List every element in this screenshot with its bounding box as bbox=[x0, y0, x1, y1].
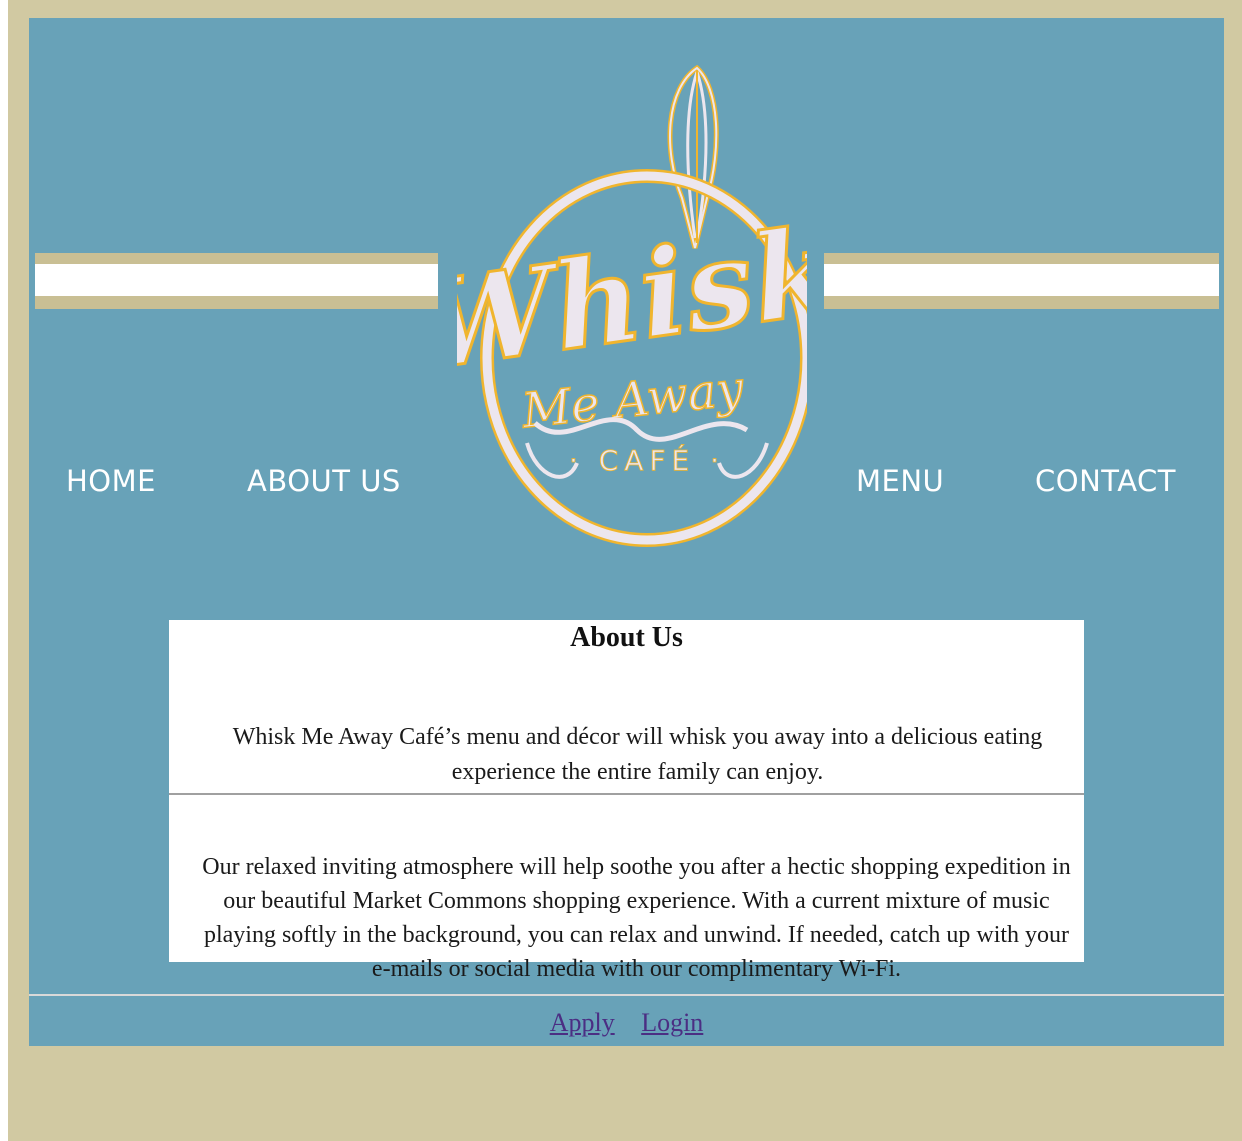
page-edge bbox=[0, 0, 8, 1141]
about-atmosphere-paragraph: Our relaxed inviting atmosphere will hel… bbox=[202, 854, 1071, 982]
svg-text:Whisk: Whisk bbox=[457, 200, 807, 398]
nav-menu-link[interactable]: MENU bbox=[856, 464, 944, 498]
about-section: About Us Whisk Me Away Café’s menu and d… bbox=[169, 620, 1084, 982]
footer-divider bbox=[29, 994, 1224, 996]
footer-links: Apply Login bbox=[29, 1008, 1224, 1038]
header-stripe-left bbox=[35, 253, 438, 309]
nav-contact-link[interactable]: CONTACT bbox=[1035, 464, 1176, 498]
svg-text:· CAFÉ ·: · CAFÉ · bbox=[569, 443, 725, 477]
about-heading: About Us bbox=[570, 622, 683, 653]
nav-home-link[interactable]: HOME bbox=[66, 464, 156, 498]
cafe-logo[interactable]: Whisk Me Away · CAFÉ · bbox=[457, 58, 807, 548]
about-intro-paragraph: Whisk Me Away Café’s menu and décor will… bbox=[232, 724, 1043, 785]
header-stripe-right bbox=[824, 253, 1219, 309]
section-divider bbox=[169, 793, 1084, 795]
apply-link[interactable]: Apply bbox=[550, 1008, 615, 1037]
nav-about-link[interactable]: ABOUT US bbox=[247, 464, 401, 498]
site-container: Whisk Me Away · CAFÉ · HOME ABOUT US MEN… bbox=[29, 18, 1224, 1046]
login-link[interactable]: Login bbox=[641, 1008, 703, 1037]
